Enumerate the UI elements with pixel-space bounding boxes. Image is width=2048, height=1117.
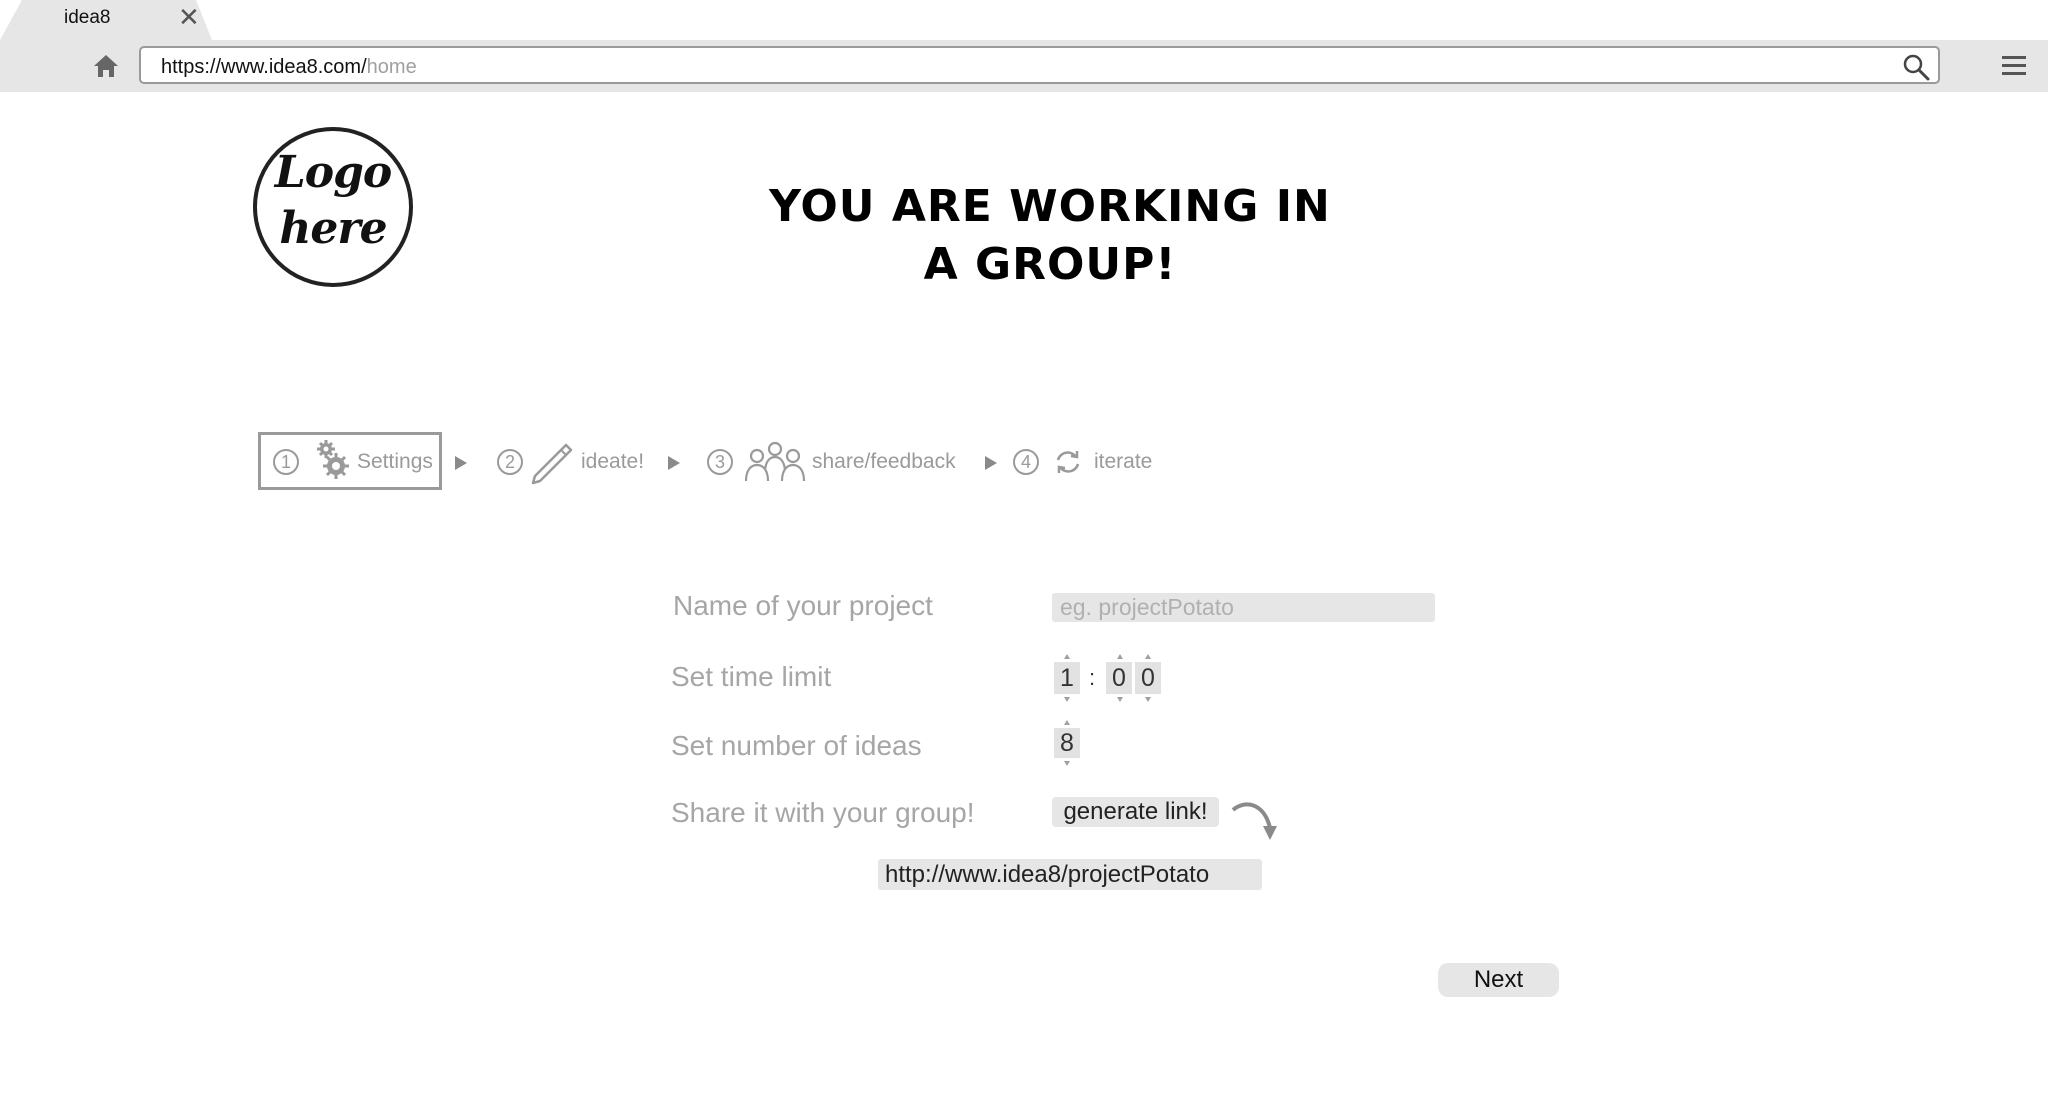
step-settings[interactable]: 1 Settings [270,430,440,494]
home-icon[interactable] [92,53,120,79]
page-title-line1: YOU ARE WORKING IN [769,181,1331,232]
generated-link-field[interactable]: http://www.idea8/projectPotato [878,859,1262,890]
minutes-ones-up-arrow-icon[interactable] [1145,654,1151,659]
minutes-ones-down-arrow-icon[interactable] [1145,697,1151,702]
refresh-icon [1056,451,1080,473]
step-arrow-icon [668,456,680,470]
logo: Logo here [253,127,413,287]
step-number: 2 [497,449,523,475]
step-label: ideate! [581,450,645,473]
url-text: https://www.idea8.com/home [161,56,417,79]
hamburger-menu-icon[interactable] [2000,53,2028,79]
hours-down-arrow-icon[interactable] [1064,697,1070,702]
ideas-count-label: Set number of ideas [671,730,922,761]
close-icon[interactable]: ✕ [178,4,200,30]
curved-arrow-icon [1231,802,1277,840]
project-name-label: Name of your project [673,590,933,621]
project-name-input[interactable] [1052,593,1435,622]
tab-title: idea8 [64,7,111,28]
page-title: YOU ARE WORKING IN A GROUP! [750,178,1350,294]
next-button[interactable]: Next [1438,963,1559,997]
progress-steps: 1 Settings 2 ideate! 3 share/feedback 4 … [0,430,2048,494]
share-label: Share it with your group! [671,797,975,828]
browser-toolbar: https://www.idea8.com/home [0,40,2048,92]
time-separator: : [1089,665,1096,690]
step-number: 4 [1013,449,1039,475]
hours-up-arrow-icon[interactable] [1064,654,1070,659]
group-icon [744,441,806,482]
page-title-line2: A GROUP! [923,239,1177,290]
step-label: iterate [1094,450,1153,473]
step-label: Settings [357,450,433,473]
logo-text-line1: Logo [274,147,392,198]
step-iterate[interactable]: 4 iterate [1013,430,1163,494]
step-arrow-icon [455,456,467,470]
minutes-ones-spinner[interactable]: 0 [1135,662,1161,694]
url-base: https://www.idea8.com/ [161,56,367,78]
address-bar[interactable]: https://www.idea8.com/home [139,46,1940,84]
minutes-tens-down-arrow-icon[interactable] [1117,697,1123,702]
search-icon[interactable] [1902,53,1930,81]
step-ideate[interactable]: 2 ideate! [495,430,655,494]
minutes-tens-spinner[interactable]: 0 [1106,662,1132,694]
url-path: home [366,56,417,78]
hours-spinner[interactable]: 1 [1054,662,1080,694]
ideas-count-spinner[interactable]: 8 [1054,728,1080,758]
time-limit-label: Set time limit [671,661,832,692]
tab-strip: idea8 ✕ [0,0,2048,40]
step-number: 1 [273,449,299,475]
ideas-up-arrow-icon[interactable] [1064,720,1070,725]
gear-icon [317,440,349,479]
step-share-feedback[interactable]: 3 share/feedback [706,430,966,494]
ideas-down-arrow-icon[interactable] [1064,761,1070,766]
step-label: share/feedback [812,450,956,473]
step-arrow-icon [985,456,997,470]
pencil-icon [531,443,573,485]
minutes-tens-up-arrow-icon[interactable] [1117,654,1123,659]
step-number: 3 [707,449,733,475]
generate-link-button[interactable]: generate link! [1052,797,1219,827]
logo-text-line2: here [279,203,387,254]
